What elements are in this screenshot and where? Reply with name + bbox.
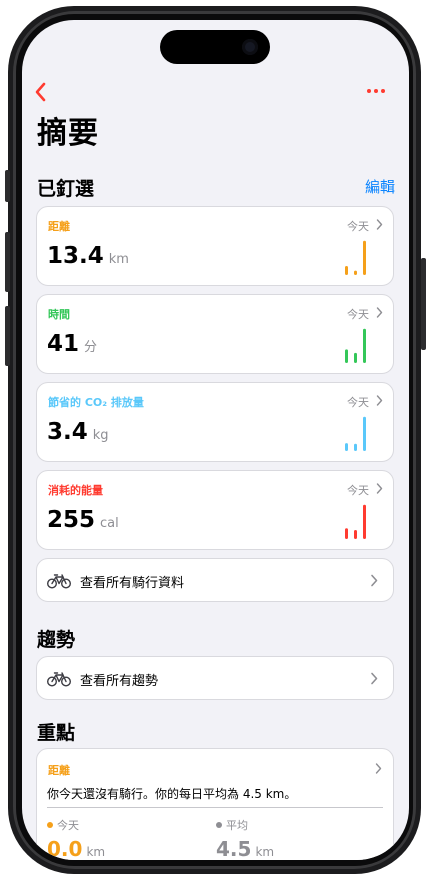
chevron-right-icon [376, 219, 383, 230]
mini-bar [354, 443, 357, 451]
mini-bar-chart [345, 240, 366, 275]
metric-card[interactable]: 消耗的能量 今天 255 cal [36, 470, 394, 550]
highlight-card[interactable]: 距離 你今天還沒有騎行。你的每日平均為 4.5 km。 今天 平均 0.0 km … [36, 748, 394, 860]
metric-value-unit: km [108, 252, 129, 267]
metric-value-number: 41 [47, 331, 80, 357]
metric-card[interactable]: 時間 今天 41 分 [36, 294, 394, 374]
highlight-divider [47, 807, 383, 808]
metric-card[interactable]: 距離 今天 13.4 km [36, 206, 394, 286]
mini-bar [345, 266, 348, 275]
today-value-number: 0.0 [47, 837, 83, 860]
mini-bar [354, 530, 357, 539]
highlight-metric-label: 距離 [48, 764, 70, 777]
edit-button[interactable]: 編輯 [365, 176, 395, 197]
bicycle-icon [47, 574, 71, 589]
mini-bar [354, 352, 357, 363]
volume-down-button [5, 306, 10, 366]
metric-label: 消耗的能量 [48, 484, 103, 497]
metric-value-unit: 分 [84, 340, 98, 355]
mini-bar-chart [345, 328, 366, 363]
highlight-text: 你今天還沒有騎行。你的每日平均為 4.5 km。 [47, 787, 297, 801]
mini-bar [363, 240, 366, 275]
all-rides-row[interactable]: 查看所有騎行資料 [36, 558, 394, 602]
average-dot [216, 822, 222, 828]
metric-value-number: 255 [47, 507, 96, 533]
mini-bar-chart [345, 504, 366, 539]
metric-value-number: 13.4 [47, 243, 104, 269]
chevron-right-icon [371, 574, 378, 587]
metric-value: 3.4 kg [47, 419, 109, 445]
average-value: 4.5 km [216, 837, 274, 860]
all-rides-label: 查看所有騎行資料 [80, 576, 185, 591]
all-trends-row[interactable]: 查看所有趨勢 [36, 656, 394, 700]
highlights-section-title: 重點 [37, 722, 76, 744]
metric-label: 節省的 CO₂ 排放量 [48, 396, 144, 409]
trends-section-title: 趨勢 [37, 629, 76, 651]
mini-bar [363, 504, 366, 539]
back-chevron-icon[interactable] [32, 80, 50, 104]
bicycle-icon [47, 672, 71, 687]
page-title: 摘要 [37, 116, 99, 151]
metric-date: 今天 [347, 484, 369, 497]
chevron-right-icon [376, 395, 383, 406]
mini-bar [363, 328, 366, 363]
average-legend-label: 平均 [226, 819, 248, 832]
metric-date: 今天 [347, 396, 369, 409]
front-camera [242, 39, 258, 55]
chevron-right-icon [371, 672, 378, 685]
chevron-right-icon [375, 763, 382, 774]
metric-date: 今天 [347, 220, 369, 233]
metric-value-unit: kg [92, 428, 109, 443]
metric-label: 距離 [48, 220, 70, 233]
average-legend: 平均 [216, 817, 248, 833]
chevron-right-icon [376, 483, 383, 494]
screen: 摘要 已釘選 編輯 距離 今天 13.4 km 時間 今天 41 分節省的 CO₂ 排放量 今天… [22, 20, 409, 860]
mini-bar-chart [345, 416, 366, 451]
today-value-unit: km [86, 845, 106, 859]
metric-value: 13.4 km [47, 243, 129, 269]
metric-label: 時間 [48, 308, 70, 321]
mini-bar [363, 416, 366, 451]
mini-bar [345, 443, 348, 451]
today-legend: 今天 [47, 817, 79, 833]
action-button [5, 170, 10, 202]
more-ellipsis-icon[interactable] [363, 82, 389, 100]
dynamic-island [160, 30, 270, 64]
mini-bar [345, 349, 348, 363]
side-power-button [421, 258, 426, 350]
today-legend-label: 今天 [57, 819, 79, 832]
mini-bar [354, 270, 357, 275]
metric-value: 41 分 [47, 331, 97, 357]
today-dot [47, 822, 53, 828]
metric-value-unit: cal [100, 516, 119, 531]
chevron-right-icon [376, 307, 383, 318]
all-trends-label: 查看所有趨勢 [80, 674, 159, 689]
metric-card[interactable]: 節省的 CO₂ 排放量 今天 3.4 kg [36, 382, 394, 462]
average-value-unit: km [255, 845, 275, 859]
metric-date: 今天 [347, 308, 369, 321]
mini-bar [345, 528, 348, 539]
average-value-number: 4.5 [216, 837, 252, 860]
pinned-section-title: 已釘選 [37, 178, 95, 200]
metric-value: 255 cal [47, 507, 119, 533]
volume-up-button [5, 232, 10, 292]
today-value: 0.0 km [47, 837, 105, 860]
metric-value-number: 3.4 [47, 419, 88, 445]
